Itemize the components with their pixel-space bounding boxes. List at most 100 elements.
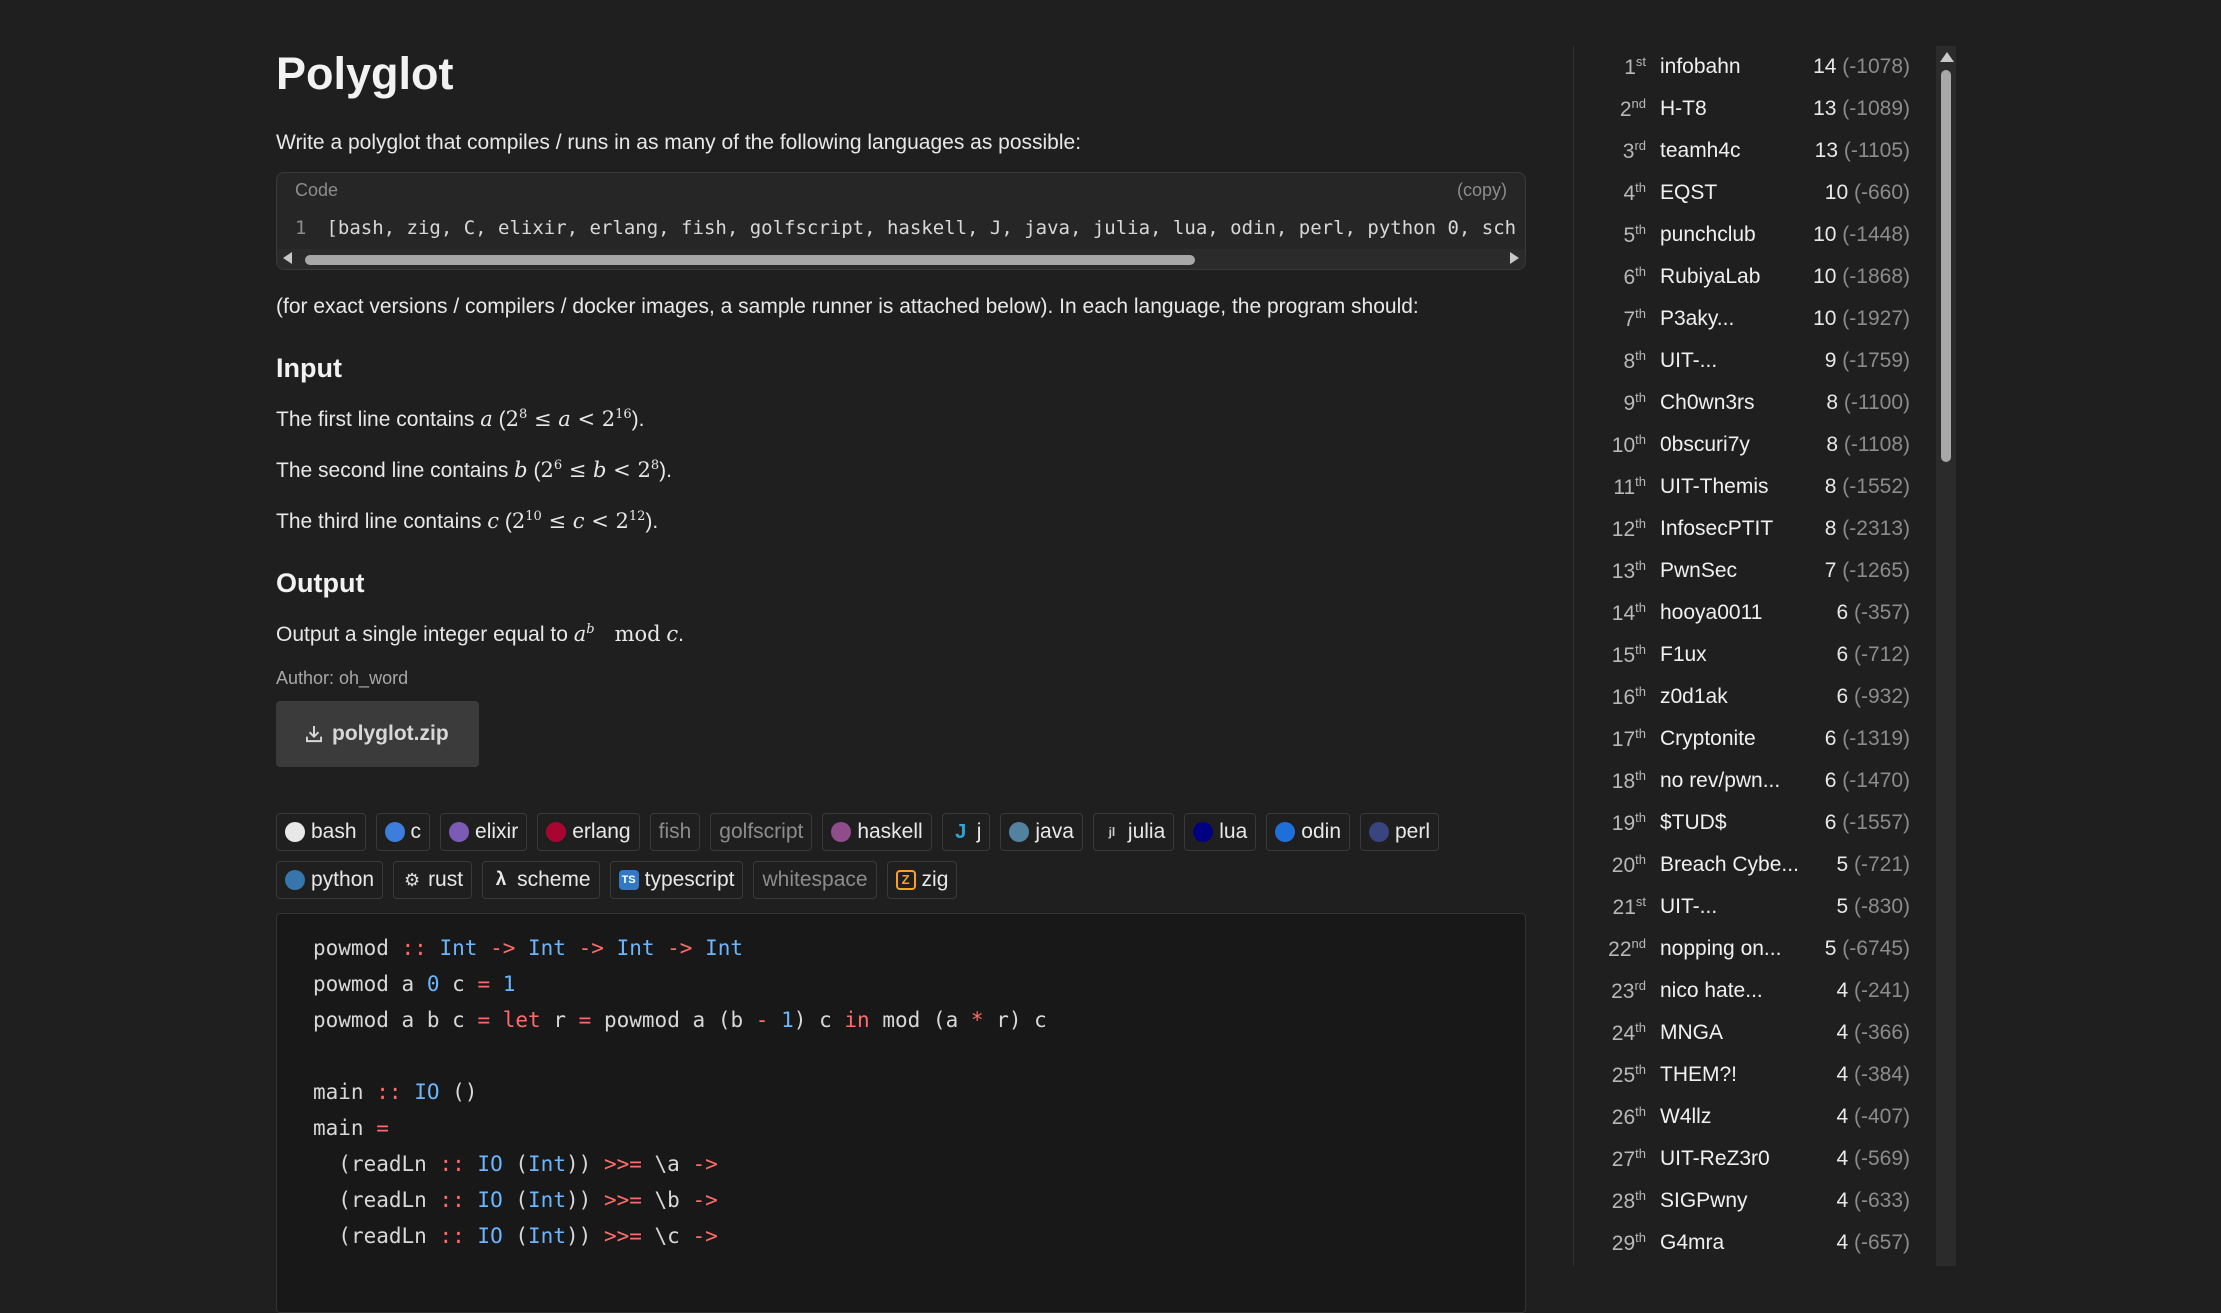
leaderboard-row[interactable]: 2nd H-T8 13 (-1089)	[1574, 88, 1958, 130]
language-tag-label: perl	[1395, 820, 1431, 843]
language-tag-typescript[interactable]: TS typescript	[609, 861, 744, 899]
leaderboard-row[interactable]: 18th no rev/pwn... 6 (-1470)	[1574, 760, 1958, 802]
leaderboard-row[interactable]: 15th F1ux 6 (-712)	[1574, 634, 1958, 676]
language-tag-elixir[interactable]: elixir	[440, 813, 528, 851]
rank-suffix: th	[1635, 180, 1646, 195]
input-text: .	[666, 459, 672, 482]
language-tag-golfscript[interactable]: golfscript	[710, 813, 813, 851]
rank-suffix: th	[1635, 474, 1646, 489]
vertical-scrollbar[interactable]	[1936, 46, 1956, 1266]
team-score: 7 (-1265)	[1825, 559, 1910, 583]
language-tag-java[interactable]: java	[1000, 813, 1083, 851]
input-line: The second line contains b (26 ≤ b < 28)…	[276, 458, 672, 482]
scroll-up-icon[interactable]	[1940, 52, 1954, 62]
score-penalty: (-1927)	[1842, 307, 1910, 330]
leaderboard-row[interactable]: 24th MNGA 4 (-366)	[1574, 1012, 1958, 1054]
leaderboard-row[interactable]: 10th 0bscuri7y 8 (-1108)	[1574, 424, 1958, 466]
language-tag-rust[interactable]: ⚙ rust	[393, 861, 473, 899]
language-tag-julia[interactable]: jl julia	[1092, 813, 1175, 851]
language-tag-label: java	[1035, 820, 1074, 843]
team-name: teamh4c	[1660, 139, 1741, 162]
julia-icon: jl	[1108, 825, 1116, 839]
language-tag-python[interactable]: python	[276, 861, 384, 899]
rank: 16th	[1611, 684, 1646, 709]
rank-suffix: rd	[1634, 978, 1646, 993]
relation: ≤	[527, 407, 559, 431]
language-tag-j[interactable]: Jj	[941, 813, 991, 851]
leaderboard-row[interactable]: 4th EQST 10 (-660)	[1574, 172, 1958, 214]
download-button[interactable]: polyglot.zip	[276, 701, 479, 767]
code-header: Code (copy)	[277, 173, 1525, 207]
rank: 1st	[1624, 54, 1646, 79]
team-name: Cryptonite	[1660, 727, 1756, 750]
team-score: 5 (-6745)	[1825, 937, 1910, 961]
leaderboard-row[interactable]: 16th z0d1ak 6 (-932)	[1574, 676, 1958, 718]
language-tag-c[interactable]: c	[375, 813, 431, 851]
language-tag-odin[interactable]: odin	[1266, 813, 1350, 851]
leaderboard-row[interactable]: 28th SIGPwny 4 (-633)	[1574, 1180, 1958, 1222]
leaderboard-row[interactable]: 23rd nico hate... 4 (-241)	[1574, 970, 1958, 1012]
team-name: InfosecPTIT	[1660, 517, 1774, 540]
scroll-left-icon[interactable]	[283, 252, 292, 264]
leaderboard-row[interactable]: 27th UIT-ReZ3r0 4 (-569)	[1574, 1138, 1958, 1180]
leaderboard-row[interactable]: 5th punchclub 10 (-1448)	[1574, 214, 1958, 256]
leaderboard-row[interactable]: 22nd nopping on... 5 (-6745)	[1574, 928, 1958, 970]
leaderboard-row[interactable]: 1st infobahn 14 (-1078)	[1574, 46, 1958, 88]
bound-exponent: 12	[628, 509, 646, 524]
score-penalty: (-1557)	[1842, 811, 1910, 834]
leaderboard-row[interactable]: 21st UIT-... 5 (-830)	[1574, 886, 1958, 928]
leaderboard-row[interactable]: 14th hooya0011 6 (-357)	[1574, 592, 1958, 634]
leaderboard-row[interactable]: 20th Breach Cybe... 5 (-721)	[1574, 844, 1958, 886]
scroll-right-icon[interactable]	[1510, 252, 1519, 264]
leaderboard-row[interactable]: 29th G4mra 4 (-657)	[1574, 1222, 1958, 1264]
rank-suffix: rd	[1634, 138, 1646, 153]
rank: 18th	[1611, 768, 1646, 793]
leaderboard-row[interactable]: 17th Cryptonite 6 (-1319)	[1574, 718, 1958, 760]
leaderboard-row[interactable]: 11th UIT-Themis 8 (-1552)	[1574, 466, 1958, 508]
language-tag-bash[interactable]: bash	[276, 813, 366, 851]
leaderboard-row[interactable]: 26th W4llz 4 (-407)	[1574, 1096, 1958, 1138]
copy-button[interactable]: (copy)	[1457, 180, 1507, 201]
rank: 17th	[1611, 726, 1646, 751]
score-value: 10	[1813, 307, 1837, 330]
language-tag-haskell[interactable]: haskell	[822, 813, 932, 851]
leaderboard-row[interactable]: 9th Ch0wn3rs 8 (-1100)	[1574, 382, 1958, 424]
leaderboard-row[interactable]: 19th $TUD$ 6 (-1557)	[1574, 802, 1958, 844]
relation: <	[584, 509, 616, 533]
language-tag-scheme[interactable]: λ scheme	[482, 861, 600, 899]
leaderboard-row[interactable]: 12th InfosecPTIT 8 (-2313)	[1574, 508, 1958, 550]
language-tag-erlang[interactable]: erlang	[537, 813, 640, 851]
leaderboard-row[interactable]: 6th RubiyaLab 10 (-1868)	[1574, 256, 1958, 298]
leaderboard-row[interactable]: 13th PwnSec 7 (-1265)	[1574, 550, 1958, 592]
team-name: SIGPwny	[1660, 1189, 1748, 1212]
horizontal-scrollbar[interactable]	[277, 249, 1525, 269]
language-tag-label: scheme	[517, 868, 591, 891]
language-tag-whitespace[interactable]: whitespace	[753, 861, 877, 899]
language-tag-zig[interactable]: Zzig	[886, 861, 958, 899]
score-value: 5	[1824, 937, 1837, 960]
language-tag-lua[interactable]: lua	[1184, 813, 1257, 851]
scrollbar-thumb[interactable]	[1941, 70, 1951, 462]
rank: 26th	[1611, 1104, 1646, 1129]
team-name: Ch0wn3rs	[1660, 391, 1755, 414]
code-line: (readLn :: IO (Int)) >>= \b ->	[338, 1188, 718, 1212]
leaderboard-row[interactable]: 8th UIT-... 9 (-1759)	[1574, 340, 1958, 382]
rank-suffix: th	[1635, 432, 1646, 447]
language-tag-label: odin	[1301, 820, 1341, 843]
language-tag-label: bash	[311, 820, 357, 843]
team-name: UIT-Themis	[1660, 475, 1769, 498]
leaderboard-row[interactable]: 25th THEM?! 4 (-384)	[1574, 1054, 1958, 1096]
leaderboard-row[interactable]: 3rd teamh4c 13 (-1105)	[1574, 130, 1958, 172]
team-score: 9 (-1759)	[1825, 349, 1910, 373]
input-text: The third line contains	[276, 510, 488, 533]
output-description: Output a single integer equal to ab mod c…	[276, 622, 685, 646]
team-name: nico hate...	[1660, 979, 1763, 1002]
team-score: 6 (-357)	[1836, 601, 1910, 625]
scrollbar-thumb[interactable]	[305, 255, 1195, 265]
leaderboard-row[interactable]: 7th P3aky... 10 (-1927)	[1574, 298, 1958, 340]
bound-base: 2	[540, 458, 554, 482]
score-value: 5	[1836, 895, 1849, 918]
language-tag-fish[interactable]: fish	[649, 813, 701, 851]
rank: 8th	[1623, 348, 1646, 373]
language-tag-perl[interactable]: perl	[1360, 813, 1440, 851]
